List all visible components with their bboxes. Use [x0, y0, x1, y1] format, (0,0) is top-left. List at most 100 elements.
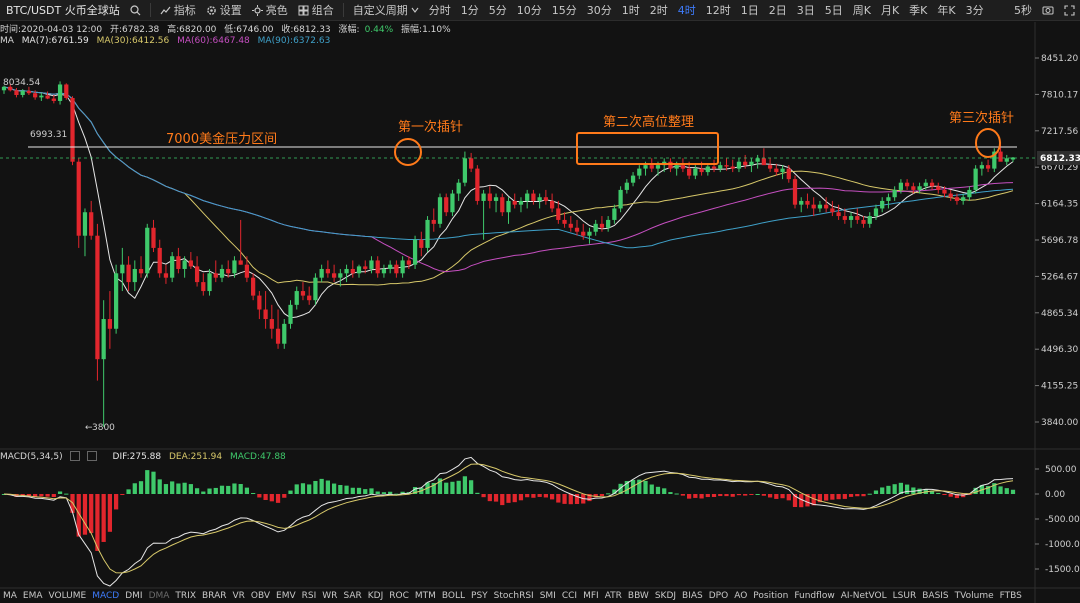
indicator-tab[interactable]: BASIS [919, 591, 951, 601]
period-tab[interactable]: 3日 [792, 2, 820, 18]
macd-bar [213, 487, 218, 494]
indicator-tab[interactable]: AO [731, 591, 750, 601]
indicator-tab[interactable]: VOLUME [46, 591, 90, 601]
indicator-tab[interactable]: EMA [20, 591, 46, 601]
candle-body [313, 277, 318, 301]
indicator-tab[interactable]: MFI [580, 591, 602, 601]
period-tab[interactable]: 3分 [961, 2, 989, 18]
period-tab[interactable]: 1日 [736, 2, 764, 18]
fullscreen-button[interactable] [1059, 4, 1080, 16]
combo-button[interactable]: 组合 [293, 2, 339, 18]
indicator-tab[interactable]: Position [750, 591, 791, 601]
candle-body [338, 273, 343, 278]
period-tab[interactable]: 30分 [582, 2, 617, 18]
symbol-selector[interactable]: BTC/USDT 火币全球站 [0, 2, 125, 18]
indicators-button[interactable]: 指标 [155, 2, 201, 18]
candle-body [107, 319, 113, 329]
indicator-tab[interactable]: ATR [602, 591, 625, 601]
low-marker-label: 3800 [92, 423, 115, 433]
indicator-tab[interactable]: TVolume [952, 591, 997, 601]
indicator-tab[interactable]: DMA [146, 591, 173, 601]
indicator-tab[interactable]: WR [319, 591, 340, 601]
macd-settings-icon[interactable] [69, 451, 80, 461]
indicator-tab[interactable]: DMI [122, 591, 145, 601]
period-tab[interactable]: 15分 [547, 2, 582, 18]
custom-period-button[interactable]: 自定义周期 [348, 2, 424, 18]
macd-bar [313, 480, 318, 494]
indicator-tab[interactable]: StochRSI [491, 591, 537, 601]
indicator-tab[interactable]: BBW [625, 591, 652, 601]
indicator-tab[interactable]: OBV [248, 591, 273, 601]
macd-bar [163, 484, 169, 494]
candle-body [705, 166, 710, 173]
indicator-tab[interactable]: BOLL [439, 591, 468, 601]
period-tab[interactable]: 1时 [617, 2, 645, 18]
ma-legend-name[interactable]: MA [0, 36, 14, 46]
snapshot-button[interactable] [1037, 5, 1059, 15]
indicator-tab[interactable]: KDJ [365, 591, 387, 601]
price-tick-label: 4496.30 [1041, 345, 1078, 355]
indicator-tab[interactable]: MTM [412, 591, 439, 601]
period-tab[interactable]: 分时 [424, 2, 456, 18]
toolbar-divider [342, 3, 344, 17]
candle-body [319, 268, 324, 278]
period-tab[interactable]: 年K [932, 2, 960, 18]
period-tab[interactable]: 12时 [701, 2, 736, 18]
candle-body [307, 295, 312, 301]
period-tab[interactable]: 2日 [764, 2, 792, 18]
indicator-tab[interactable]: VR [229, 591, 247, 601]
period-tab[interactable]: 1分 [456, 2, 484, 18]
candle-body [624, 182, 629, 190]
macd-bar [95, 494, 100, 551]
macd-bar [886, 485, 891, 494]
settings-button[interactable]: 设置 [201, 2, 247, 18]
refresh-label: 5秒 [1014, 4, 1032, 17]
indicator-tab[interactable]: RSI [299, 591, 320, 601]
indicator-tab[interactable]: LSUR [890, 591, 920, 601]
indicator-tab[interactable]: MA [0, 591, 20, 601]
candle-body [381, 268, 387, 274]
indicator-tab[interactable]: EMV [273, 591, 299, 601]
indicator-tab[interactable]: FTBS [997, 591, 1025, 601]
indicator-tab[interactable]: BIAS [679, 591, 706, 601]
period-tab[interactable]: 5日 [820, 2, 848, 18]
period-tab[interactable]: 周K [848, 2, 876, 18]
period-tab[interactable]: 2时 [645, 2, 673, 18]
resistance-level-label: 6993.31 [30, 130, 67, 140]
indicator-tab[interactable]: SMI [537, 591, 559, 601]
indicator-tab[interactable]: Fundflow [791, 591, 837, 601]
indicator-tab[interactable]: BRAR [199, 591, 229, 601]
indicator-tab[interactable]: MACD [89, 591, 122, 601]
period-tab[interactable]: 月K [876, 2, 904, 18]
search-button[interactable] [125, 4, 146, 16]
candle-body [743, 161, 748, 166]
price-chart[interactable]: 8451.207810.177217.566670.296164.355696.… [0, 0, 1080, 603]
theme-button[interactable]: 亮色 [247, 2, 293, 18]
macd-bar [157, 479, 162, 494]
candle-body [500, 197, 505, 213]
macd-legend-name[interactable]: MACD(5,34,5) [0, 452, 63, 462]
period-tab[interactable]: 5分 [484, 2, 512, 18]
macd-close-icon[interactable] [86, 451, 97, 461]
indicator-tab[interactable]: TRIX [172, 591, 199, 601]
period-tab[interactable]: 10分 [512, 2, 547, 18]
indicator-tab[interactable]: PSY [468, 591, 491, 601]
indicator-tab[interactable]: ROC [386, 591, 412, 601]
candle-body [14, 90, 19, 96]
candle-body [151, 227, 156, 248]
indicator-tab[interactable]: CCI [559, 591, 580, 601]
indicator-tab[interactable]: SKDJ [652, 591, 679, 601]
candle-body [923, 182, 928, 187]
macd-bar [711, 494, 717, 497]
annotation-second: 第二次高位整理 [603, 114, 694, 130]
indicator-tab[interactable]: AI-NetVOL [838, 591, 890, 601]
indicator-tab[interactable]: SAR [340, 591, 364, 601]
candle-body [998, 151, 1003, 162]
period-tab[interactable]: 4时 [673, 2, 701, 18]
period-tab[interactable]: 季K [904, 2, 932, 18]
macd-bar [39, 494, 44, 497]
macd-bar [767, 494, 773, 498]
indicator-tab[interactable]: DPO [706, 591, 731, 601]
macd-bar [89, 494, 94, 534]
refresh-interval[interactable]: 5秒 [1009, 2, 1037, 18]
